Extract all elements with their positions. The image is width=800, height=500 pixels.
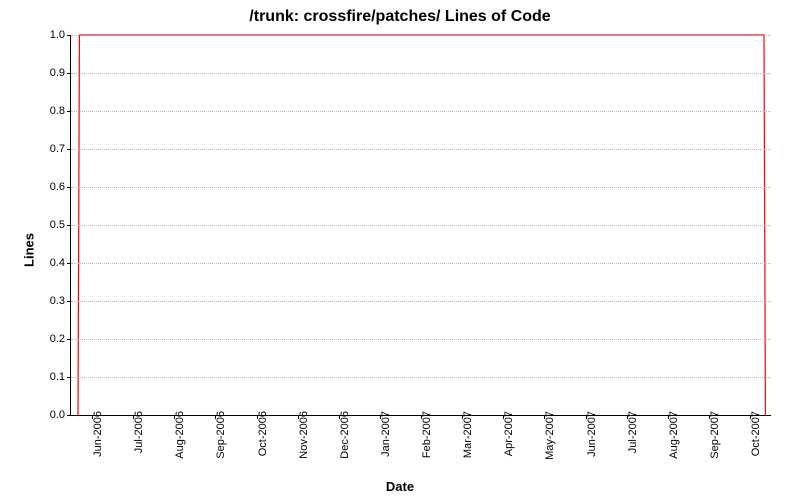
y-tick-mark [67, 377, 71, 378]
y-tick-label: 0.8 [37, 105, 65, 117]
x-tick-label: Jun-2006 [92, 411, 104, 457]
y-tick-mark [67, 263, 71, 264]
y-tick-mark [67, 301, 71, 302]
chart-title: /trunk: crossfire/patches/ Lines of Code [0, 8, 800, 26]
y-tick-label: 0.0 [37, 409, 65, 421]
grid-line [71, 187, 771, 188]
y-tick-label: 0.3 [37, 295, 65, 307]
y-tick-label: 0.7 [37, 143, 65, 155]
y-tick-label: 0.9 [37, 67, 65, 79]
grid-line [71, 301, 771, 302]
y-tick-label: 0.5 [37, 219, 65, 231]
grid-line [71, 263, 771, 264]
y-tick-mark [67, 111, 71, 112]
x-tick-label: Jan-2007 [380, 411, 392, 457]
y-axis-label: Lines [21, 233, 36, 267]
x-tick-label: Feb-2007 [421, 411, 433, 458]
y-tick-mark [67, 35, 71, 36]
y-tick-mark [67, 339, 71, 340]
x-tick-label: Jul-2007 [627, 411, 639, 453]
x-axis-label: Date [0, 479, 800, 494]
x-tick-label: Mar-2007 [462, 411, 474, 458]
y-tick-label: 0.6 [37, 181, 65, 193]
grid-line [71, 111, 771, 112]
y-tick-mark [67, 187, 71, 188]
plot-area: 0.00.10.20.30.40.50.60.70.80.91.0Jun-200… [70, 35, 771, 416]
x-tick-label: Dec-2006 [339, 411, 351, 459]
x-tick-label: Aug-2006 [174, 411, 186, 459]
grid-line [71, 73, 771, 74]
y-tick-label: 0.2 [37, 333, 65, 345]
y-tick-label: 1.0 [37, 29, 65, 41]
x-tick-label: Sep-2007 [709, 411, 721, 459]
x-tick-label: Apr-2007 [503, 411, 515, 456]
x-tick-label: Sep-2006 [215, 411, 227, 459]
grid-line [71, 35, 771, 36]
grid-line [71, 377, 771, 378]
x-tick-label: Aug-2007 [668, 411, 680, 459]
y-tick-mark [67, 415, 71, 416]
y-tick-label: 0.4 [37, 257, 65, 269]
x-tick-label: May-2007 [544, 411, 556, 460]
chart-container: /trunk: crossfire/patches/ Lines of Code… [0, 0, 800, 500]
x-tick-label: Oct-2007 [750, 411, 762, 456]
x-tick-label: Nov-2006 [298, 411, 310, 459]
grid-line [71, 225, 771, 226]
grid-line [71, 149, 771, 150]
y-tick-mark [67, 73, 71, 74]
grid-line [71, 339, 771, 340]
y-tick-mark [67, 225, 71, 226]
y-tick-mark [67, 149, 71, 150]
y-tick-label: 0.1 [37, 371, 65, 383]
x-tick-label: Jul-2006 [133, 411, 145, 453]
x-tick-label: Jun-2007 [586, 411, 598, 457]
x-tick-label: Oct-2006 [257, 411, 269, 456]
